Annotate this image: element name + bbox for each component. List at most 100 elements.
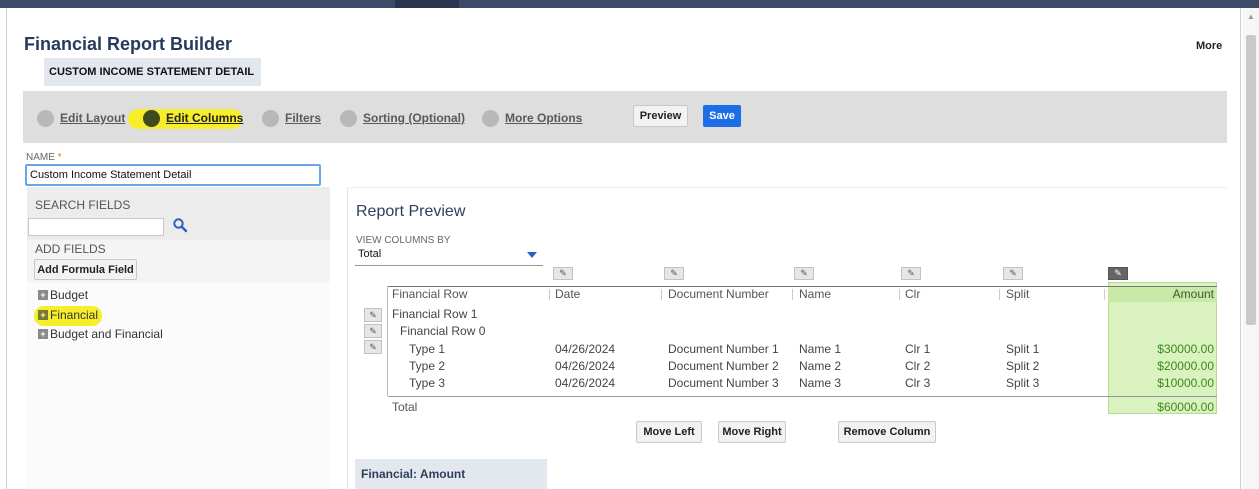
- step-filters[interactable]: Filters: [262, 109, 321, 127]
- step-label: Edit Layout: [60, 111, 126, 125]
- pencil-icon: ✎: [369, 325, 377, 336]
- tree-item-label: Budget and Financial: [50, 327, 163, 341]
- tree-item-budget-and-financial[interactable]: + Budget and Financial: [38, 327, 163, 341]
- expand-plus-icon[interactable]: +: [38, 329, 48, 339]
- row-date: 04/26/2024: [555, 359, 616, 373]
- edit-column-button-selected[interactable]: ✎: [1108, 267, 1128, 280]
- row-name: Name 1: [799, 342, 842, 356]
- pencil-icon: ✎: [369, 309, 377, 320]
- edit-column-button[interactable]: ✎: [901, 267, 921, 280]
- table-bottom-rule: [388, 396, 1217, 397]
- tree-item-label: Budget: [50, 288, 89, 302]
- column-separator: [899, 289, 900, 300]
- add-fields-label: ADD FIELDS: [35, 242, 106, 256]
- name-label-text: NAME: [26, 152, 55, 163]
- column-header[interactable]: Document Number: [668, 287, 769, 301]
- edit-column-button[interactable]: ✎: [664, 267, 684, 280]
- column-separator: [1104, 289, 1105, 300]
- move-right-button[interactable]: Move Right: [718, 421, 786, 443]
- tree-item-label: Financial: [50, 308, 99, 322]
- row-date: 04/26/2024: [555, 342, 616, 356]
- left-edge: [6, 8, 7, 489]
- step-label: More Options: [505, 111, 583, 125]
- tree-item-budget[interactable]: + Budget: [38, 288, 88, 302]
- page-title: Financial Report Builder: [24, 34, 233, 54]
- add-formula-field-button[interactable]: Add Formula Field: [34, 259, 137, 280]
- row-clr: Clr 1: [905, 342, 931, 356]
- row-amount: $20000.00: [1157, 359, 1214, 373]
- scrollbar-thumb[interactable]: [1246, 35, 1256, 325]
- pencil-icon: ✎: [1009, 268, 1017, 278]
- row-amount: $10000.00: [1157, 376, 1214, 390]
- column-header[interactable]: Date: [555, 287, 580, 301]
- edit-column-button[interactable]: ✎: [553, 267, 573, 280]
- search-fields-label: SEARCH FIELDS: [35, 198, 131, 212]
- group-row-label: Financial Row 1: [392, 307, 478, 321]
- preview-button[interactable]: Preview: [633, 105, 688, 127]
- search-icon[interactable]: [172, 217, 188, 233]
- row-clr: Clr 3: [905, 376, 931, 390]
- step-dot-icon: [143, 109, 160, 127]
- step-label: Sorting (Optional): [363, 111, 465, 125]
- report-preview-title: Report Preview: [356, 203, 466, 220]
- pencil-icon: ✎: [670, 268, 678, 278]
- search-fields-input[interactable]: [28, 218, 164, 236]
- column-header[interactable]: Name: [799, 287, 831, 301]
- view-columns-select[interactable]: Total: [355, 246, 543, 266]
- row-name: Name 2: [799, 359, 842, 373]
- name-label: NAME *: [26, 152, 62, 163]
- edit-column-button[interactable]: ✎: [1003, 267, 1023, 280]
- expand-plus-icon[interactable]: +: [38, 290, 48, 300]
- pencil-icon: ✎: [800, 268, 808, 278]
- step-edit-columns[interactable]: Edit Columns: [143, 109, 243, 127]
- edit-row-button[interactable]: ✎: [364, 308, 382, 322]
- more-menu[interactable]: More: [1196, 40, 1222, 52]
- save-button[interactable]: Save: [703, 105, 741, 127]
- edit-column-button[interactable]: ✎: [794, 267, 814, 280]
- selected-field-title: Financial: Amount: [361, 467, 466, 481]
- column-header[interactable]: Split: [1006, 287, 1029, 301]
- row-split: Split 2: [1006, 359, 1040, 373]
- scroll-up-icon[interactable]: ▲: [1247, 12, 1255, 21]
- row-document-number: Document Number 3: [668, 376, 779, 390]
- required-mark: *: [57, 152, 62, 163]
- tree-item-financial[interactable]: + Financial: [38, 308, 98, 322]
- right-edge: [1240, 8, 1241, 489]
- pencil-icon: ✎: [1114, 268, 1122, 278]
- row-amount: $30000.00: [1157, 342, 1214, 356]
- step-more-options[interactable]: More Options: [482, 109, 582, 127]
- expand-plus-icon[interactable]: +: [38, 310, 48, 320]
- edit-row-button[interactable]: ✎: [364, 324, 382, 338]
- remove-column-button[interactable]: Remove Column: [838, 421, 936, 443]
- step-label: Filters: [285, 111, 322, 125]
- name-field[interactable]: [25, 164, 321, 186]
- step-dot-icon: [482, 109, 499, 127]
- row-date: 04/26/2024: [555, 376, 616, 390]
- step-sorting[interactable]: Sorting (Optional): [340, 109, 465, 127]
- row-document-number: Document Number 1: [668, 342, 779, 356]
- top-bar-tab: [395, 0, 459, 8]
- edit-row-button[interactable]: ✎: [364, 340, 382, 354]
- view-columns-label: VIEW COLUMNS BY: [356, 235, 451, 246]
- step-dot-icon: [37, 109, 54, 127]
- top-bar: [0, 0, 1259, 8]
- column-separator: [999, 289, 1000, 300]
- pencil-icon: ✎: [907, 268, 915, 278]
- chevron-down-icon[interactable]: [527, 252, 537, 258]
- column-header[interactable]: Financial Row: [392, 287, 467, 301]
- column-header[interactable]: Clr: [905, 287, 920, 301]
- step-dot-icon: [340, 109, 357, 127]
- column-header[interactable]: Amount: [1110, 287, 1214, 301]
- step-edit-layout[interactable]: Edit Layout: [37, 109, 125, 127]
- row-label: Type 2: [409, 359, 446, 373]
- row-name: Name 3: [799, 376, 842, 390]
- column-separator: [549, 289, 550, 300]
- step-dot-icon: [262, 109, 279, 127]
- total-label: Total: [392, 400, 418, 414]
- row-clr: Clr 2: [905, 359, 931, 373]
- table-left-rule: [387, 286, 388, 396]
- group-row-label: Financial Row 0: [400, 324, 486, 338]
- move-left-button[interactable]: Move Left: [636, 421, 702, 443]
- column-separator: [661, 289, 662, 300]
- row-split: Split 3: [1006, 376, 1040, 390]
